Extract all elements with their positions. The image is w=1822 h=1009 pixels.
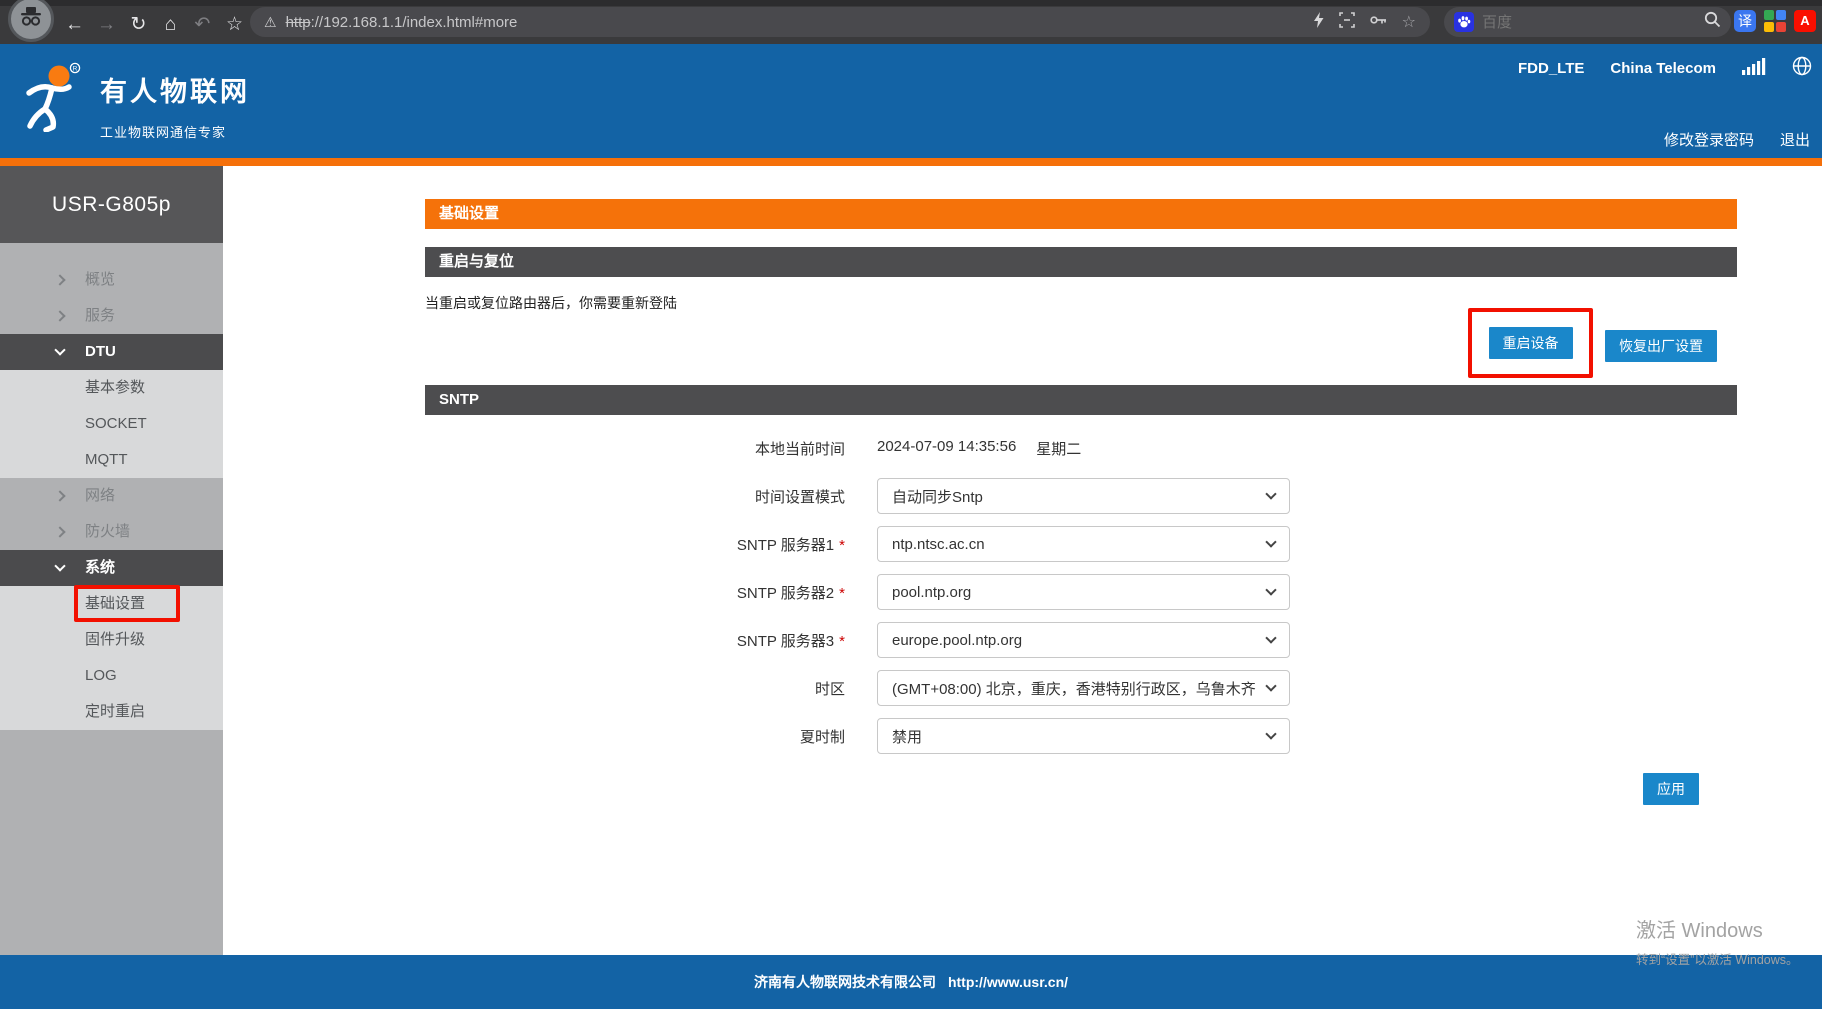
sidebar-item-services[interactable]: 服务 <box>0 298 223 334</box>
chevron-down-icon <box>54 560 65 571</box>
footer-website-link[interactable]: http://www.usr.cn/ <box>948 974 1068 990</box>
carrier-label: China Telecom <box>1610 60 1716 77</box>
reboot-section-header: 重启与复位 <box>425 247 1737 277</box>
back-icon[interactable]: ← <box>62 11 87 39</box>
brand-title: 有人物联网 <box>100 70 250 109</box>
field-label: SNTP 服务器1* <box>425 534 845 555</box>
field-label: SNTP 服务器2* <box>425 582 845 603</box>
signal-strength-icon <box>1742 57 1766 79</box>
undo-icon[interactable]: ↶ <box>190 11 215 39</box>
red-annotation-box-reboot: 重启设备 <box>1468 308 1593 378</box>
page-footer: 济南有人物联网技术有限公司 http://www.usr.cn/ <box>0 955 1822 1009</box>
pill-star-icon[interactable]: ☆ <box>1402 12 1416 32</box>
address-bar[interactable]: ⚠ http://192.168.1.1/index.html#more ☆ <box>250 7 1430 37</box>
refresh-icon[interactable]: ↻ <box>126 11 151 39</box>
chevron-down-icon <box>1265 632 1276 643</box>
translate-extension-icon[interactable]: 译 <box>1734 10 1756 32</box>
password-key-icon[interactable] <box>1370 12 1387 33</box>
form-row-local-time: 本地当前时间 2024-07-09 14:35:56星期二 <box>425 430 1737 466</box>
sidebar-nav: USR-G805p 概览 服务 DTU 基本参数 SOCKET MQTT 网络 … <box>0 166 223 955</box>
page-url: http://192.168.1.1/index.html#more <box>286 14 518 31</box>
change-password-link[interactable]: 修改登录密码 <box>1664 129 1754 150</box>
sidebar-item-system[interactable]: 系统 <box>0 550 223 586</box>
main-content: 基础设置 重启与复位 当重启或复位路由器后，你需要重新登陆 重启设备 恢复出厂设… <box>223 166 1822 955</box>
device-model-title: USR-G805p <box>0 166 223 243</box>
lightning-icon[interactable] <box>1313 12 1324 33</box>
incognito-icon <box>18 6 44 33</box>
timezone-select[interactable]: (GMT+08:00) 北京，重庆，香港特别行政区，乌鲁木齐 <box>877 670 1290 706</box>
chevron-right-icon <box>54 310 65 321</box>
sntp-server3-select[interactable]: europe.pool.ntp.org <box>877 622 1290 658</box>
sidebar-item-firewall[interactable]: 防火墙 <box>0 514 223 550</box>
sntp-server1-select[interactable]: ntp.ntsc.ac.cn <box>877 526 1290 562</box>
browser-toolbar: ← → ↻ ⌂ ↶ ☆ ⚠ http://192.168.1.1/index.h… <box>0 0 1822 44</box>
site-header: R 有人物联网 工业物联网通信专家 FDD_LTE China Telecom <box>0 44 1822 166</box>
field-label: 时区 <box>425 678 845 699</box>
chevron-down-icon <box>1265 488 1276 499</box>
chevron-down-icon <box>1265 680 1276 691</box>
svg-text:R: R <box>73 66 78 73</box>
local-time-value: 2024-07-09 14:35:56星期二 <box>877 438 1081 459</box>
chevron-down-icon <box>1265 584 1276 595</box>
search-magnifier-icon[interactable] <box>1704 11 1721 33</box>
time-mode-select[interactable]: 自动同步Sntp <box>877 478 1290 514</box>
adobe-extension-icon[interactable]: A <box>1794 10 1816 32</box>
form-row-time-mode: 时间设置模式 自动同步Sntp <box>425 478 1737 514</box>
field-label: SNTP 服务器3* <box>425 630 845 651</box>
chevron-right-icon <box>54 490 65 501</box>
sidebar-item-firmware-upgrade[interactable]: 固件升级 <box>0 622 223 658</box>
network-type-label: FDD_LTE <box>1518 60 1584 77</box>
reader-mode-icon[interactable] <box>1339 12 1355 33</box>
sntp-section-header: SNTP <box>425 385 1737 415</box>
form-row-sntp-server1: SNTP 服务器1* ntp.ntsc.ac.cn <box>425 526 1737 562</box>
home-icon[interactable]: ⌂ <box>158 11 183 39</box>
reboot-device-button[interactable]: 重启设备 <box>1489 327 1573 359</box>
windows-activation-watermark: 激活 Windows 转到“设置”以激活 Windows。 <box>1636 914 1799 968</box>
sidebar-item-scheduled-restart[interactable]: 定时重启 <box>0 694 223 730</box>
sidebar-item-dtu[interactable]: DTU <box>0 334 223 370</box>
chevron-down-icon <box>1265 536 1276 547</box>
search-input[interactable] <box>1482 14 1696 31</box>
factory-reset-button[interactable]: 恢复出厂设置 <box>1605 330 1717 362</box>
form-row-sntp-server3: SNTP 服务器3* europe.pool.ntp.org <box>425 622 1737 658</box>
language-globe-icon[interactable] <box>1792 56 1812 80</box>
form-row-sntp-server2: SNTP 服务器2* pool.ntp.org <box>425 574 1737 610</box>
bookmark-star-icon[interactable]: ☆ <box>222 11 247 39</box>
sidebar-item-log[interactable]: LOG <box>0 658 223 694</box>
chevron-right-icon <box>54 274 65 285</box>
chevron-down-icon <box>1265 728 1276 739</box>
forward-icon[interactable]: → <box>94 11 119 39</box>
form-row-dst: 夏时制 禁用 <box>425 718 1737 754</box>
baidu-search-box[interactable] <box>1444 7 1731 37</box>
incognito-profile-badge[interactable] <box>8 0 54 42</box>
sidebar-item-basic-params[interactable]: 基本参数 <box>0 370 223 406</box>
footer-company: 济南有人物联网技术有限公司 <box>754 972 936 992</box>
field-label: 夏时制 <box>425 726 845 747</box>
chevron-right-icon <box>54 526 65 537</box>
extensions-grid-icon[interactable] <box>1764 10 1786 32</box>
not-secure-warning-icon[interactable]: ⚠ <box>264 14 277 31</box>
sidebar-item-network[interactable]: 网络 <box>0 478 223 514</box>
sidebar-item-basic-settings[interactable]: 基础设置 <box>0 586 223 622</box>
sntp-server2-select[interactable]: pool.ntp.org <box>877 574 1290 610</box>
sidebar-item-overview[interactable]: 概览 <box>0 262 223 298</box>
sidebar-item-mqtt[interactable]: MQTT <box>0 442 223 478</box>
baidu-paw-icon <box>1454 12 1474 32</box>
form-row-timezone: 时区 (GMT+08:00) 北京，重庆，香港特别行政区，乌鲁木齐 <box>425 670 1737 706</box>
field-label: 时间设置模式 <box>425 486 845 507</box>
page-title: 基础设置 <box>425 199 1737 229</box>
dst-select[interactable]: 禁用 <box>877 718 1290 754</box>
sidebar-item-socket[interactable]: SOCKET <box>0 406 223 442</box>
brand-subtitle: 工业物联网通信专家 <box>100 122 250 141</box>
apply-button[interactable]: 应用 <box>1643 773 1699 805</box>
chevron-down-icon <box>54 344 65 355</box>
logout-link[interactable]: 退出 <box>1780 129 1810 150</box>
field-label: 本地当前时间 <box>425 438 845 459</box>
reboot-note: 当重启或复位路由器后，你需要重新登陆 <box>425 293 677 313</box>
usr-logo-icon: R <box>22 62 84 141</box>
brand-logo: R 有人物联网 工业物联网通信专家 <box>22 62 250 141</box>
